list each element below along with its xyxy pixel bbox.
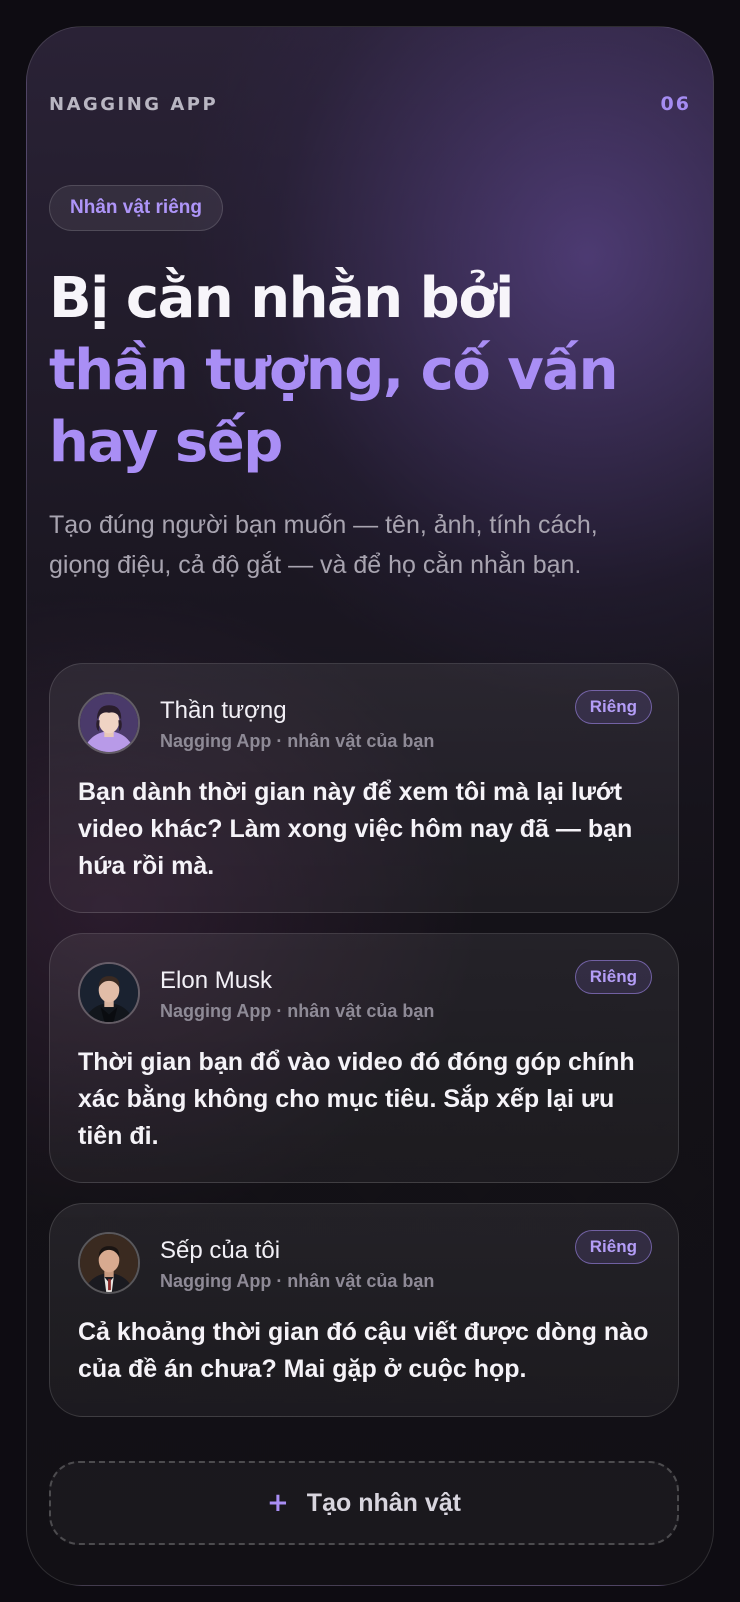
character-card-idol[interactable]: Thần tượng Nagging App · nhân vật của bạ… (49, 663, 679, 913)
headline: Bị cằn nhằn bởi thần tượng, cố vấn hay s… (49, 263, 689, 479)
character-card-elon[interactable]: Elon Musk Nagging App · nhân vật của bạn… (49, 933, 679, 1183)
private-badge: Riêng (574, 960, 652, 994)
character-name: Thần tượng (160, 697, 287, 724)
app-name-label: NAGGING APP (49, 93, 219, 115)
plus-icon: + (267, 1488, 289, 1518)
create-character-button[interactable]: + Tạo nhân vật (49, 1461, 679, 1545)
character-message: Bạn dành thời gian này để xem tôi mà lại… (78, 778, 633, 880)
headline-line-1: Bị cằn nhằn bởi (49, 266, 514, 331)
headline-line-2: thần tượng, cố vấn (49, 338, 618, 403)
character-subtitle: Nagging App · nhân vật của bạn (160, 731, 435, 751)
private-badge: Riêng (574, 690, 652, 724)
create-character-label: Tạo nhân vật (306, 1488, 461, 1517)
top-bar: NAGGING APP 06 (49, 93, 691, 115)
subtitle: Tạo đúng người bạn muốn — tên, ảnh, tính… (49, 511, 598, 579)
headline-line-3: hay sếp (49, 410, 283, 475)
character-name: Sếp của tôi (160, 1237, 281, 1264)
boss-avatar-image (80, 1234, 138, 1292)
character-message: Thời gian bạn đổ vào video đó đóng góp c… (78, 1048, 635, 1150)
feature-chip: Nhân vật riêng (49, 185, 223, 231)
idol-avatar-image (80, 694, 138, 752)
private-badge: Riêng (574, 1230, 652, 1264)
elon-avatar-image (80, 964, 138, 1022)
elon-avatar (78, 962, 140, 1024)
character-card-boss[interactable]: Sếp của tôi Nagging App · nhân vật của b… (49, 1203, 679, 1417)
character-message: Cả khoảng thời gian đó cậu viết được dòn… (78, 1318, 649, 1383)
character-name: Elon Musk (160, 967, 273, 994)
idol-avatar (78, 692, 140, 754)
character-subtitle: Nagging App · nhân vật của bạn (160, 1001, 435, 1021)
page-number: 06 (660, 93, 691, 115)
character-subtitle: Nagging App · nhân vật của bạn (160, 1271, 435, 1291)
boss-avatar (78, 1232, 140, 1294)
phone-frame: NAGGING APP 06 Nhân vật riêng Bị cằn nhằ… (26, 26, 714, 1586)
